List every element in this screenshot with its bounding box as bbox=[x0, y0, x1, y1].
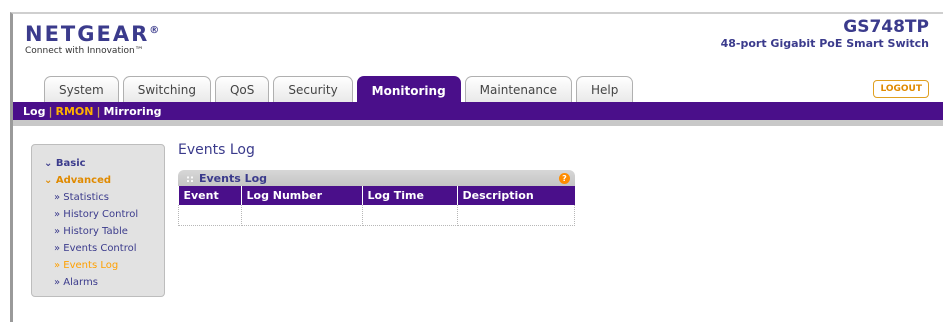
sub-navigation: Log | RMON | Mirroring bbox=[13, 102, 943, 120]
tab-maintenance[interactable]: Maintenance bbox=[464, 76, 572, 102]
subnav-divider bbox=[13, 120, 943, 126]
subnav-separator: | bbox=[96, 104, 101, 118]
sidebar-item-statistics[interactable]: » Statistics bbox=[32, 189, 164, 206]
tab-help[interactable]: Help bbox=[575, 76, 634, 102]
model-block: GS748TP 48-port Gigabit PoE Smart Switch bbox=[720, 17, 929, 51]
subnav-separator: | bbox=[48, 104, 53, 118]
tab-security[interactable]: Security bbox=[273, 76, 353, 102]
sidebar-section-advanced[interactable]: ⌄ Advanced bbox=[32, 172, 164, 189]
panel-header: :: Events Log ? bbox=[178, 170, 575, 186]
sidebar-item-alarms[interactable]: » Alarms bbox=[32, 274, 164, 291]
model-name: GS748TP bbox=[843, 17, 929, 37]
page-title: Events Log bbox=[178, 142, 255, 158]
brand-tagline: Connect with Innovation™ bbox=[25, 46, 144, 56]
sidebar-item-history-table[interactable]: » History Table bbox=[32, 223, 164, 240]
events-log-panel: :: Events Log ? Event Log Number Log Time… bbox=[178, 170, 575, 226]
table-cell-description bbox=[457, 205, 575, 226]
table-cell-event bbox=[178, 205, 242, 226]
brand-mark: ® bbox=[149, 25, 160, 36]
model-description: 48-port Gigabit PoE Smart Switch bbox=[720, 37, 929, 50]
column-header-description: Description bbox=[457, 186, 575, 205]
table-header-row: Event Log Number Log Time Description bbox=[178, 186, 575, 205]
subnav-rmon[interactable]: RMON bbox=[55, 105, 93, 118]
column-header-log-number: Log Number bbox=[241, 186, 363, 205]
table-cell-log-time bbox=[362, 205, 458, 226]
sidebar-item-history-control[interactable]: » History Control bbox=[32, 206, 164, 223]
netgear-logo: NETGEAR® Connect with Innovation™ bbox=[25, 20, 159, 56]
table-cell-log-number bbox=[241, 205, 363, 226]
main-tabs: System Switching QoS Security Monitoring… bbox=[44, 76, 637, 104]
subnav-log[interactable]: Log bbox=[23, 105, 45, 118]
subnav-mirroring[interactable]: Mirroring bbox=[104, 105, 162, 118]
tab-monitoring[interactable]: Monitoring bbox=[356, 76, 461, 104]
sidebar-item-events-control[interactable]: » Events Control bbox=[32, 240, 164, 257]
tab-switching[interactable]: Switching bbox=[122, 76, 211, 102]
logout-button[interactable]: LOGOUT bbox=[873, 80, 929, 98]
sidebar: ⌄ Basic ⌄ Advanced » Statistics » Histor… bbox=[31, 144, 165, 297]
column-header-event: Event bbox=[178, 186, 242, 205]
tab-qos[interactable]: QoS bbox=[214, 76, 270, 102]
grip-icon: :: bbox=[186, 173, 194, 185]
column-header-log-time: Log Time bbox=[362, 186, 458, 205]
app-frame: NETGEAR® Connect with Innovation™ GS748T… bbox=[10, 12, 943, 322]
help-icon[interactable]: ? bbox=[559, 172, 570, 184]
tab-system[interactable]: System bbox=[44, 76, 119, 102]
chevron-down-icon: ⌄ bbox=[44, 175, 56, 186]
sidebar-item-events-log[interactable]: » Events Log bbox=[32, 257, 164, 274]
chevron-down-icon: ⌄ bbox=[44, 158, 56, 169]
sidebar-section-basic[interactable]: ⌄ Basic bbox=[32, 155, 164, 172]
table-row bbox=[178, 205, 575, 226]
panel-title: Events Log bbox=[199, 171, 268, 185]
events-log-table: Event Log Number Log Time Description bbox=[178, 186, 575, 226]
brand-name: NETGEAR bbox=[25, 22, 150, 46]
